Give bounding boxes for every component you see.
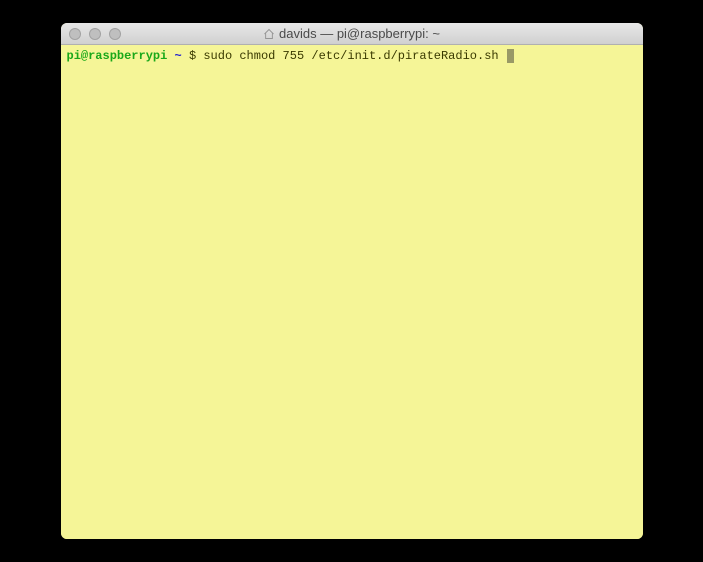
- prompt-path: ~: [175, 49, 182, 63]
- titlebar[interactable]: davids — pi@raspberrypi: ~: [61, 23, 643, 45]
- prompt-symbol: $: [189, 49, 196, 63]
- command-input[interactable]: sudo chmod 755 /etc/init.d/pirateRadio.s…: [203, 49, 498, 63]
- maximize-button[interactable]: [109, 28, 121, 40]
- prompt-user-host: pi@raspberrypi: [67, 49, 168, 63]
- terminal-body[interactable]: pi@raspberrypi ~ $ sudo chmod 755 /etc/i…: [61, 45, 643, 539]
- home-icon: [263, 28, 275, 40]
- prompt-line: pi@raspberrypi ~ $ sudo chmod 755 /etc/i…: [67, 48, 637, 65]
- window-title: davids — pi@raspberrypi: ~: [279, 26, 440, 41]
- title-center: davids — pi@raspberrypi: ~: [61, 26, 643, 41]
- terminal-window: davids — pi@raspberrypi: ~ pi@raspberryp…: [61, 23, 643, 539]
- traffic-lights: [69, 28, 121, 40]
- cursor: [507, 49, 514, 63]
- close-button[interactable]: [69, 28, 81, 40]
- minimize-button[interactable]: [89, 28, 101, 40]
